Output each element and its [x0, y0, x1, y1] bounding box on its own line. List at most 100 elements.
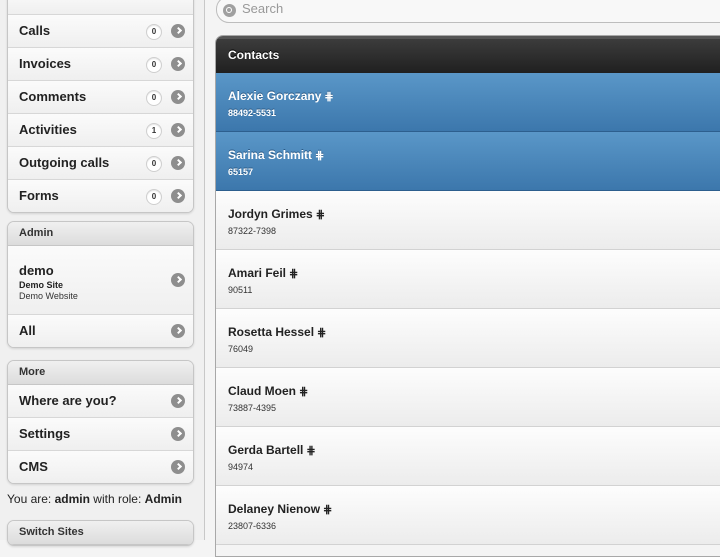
contact-name: Jordyn Grimes ⋕ — [228, 207, 325, 221]
sidebar-item-outgoing-calls[interactable]: Outgoing calls 0 — [8, 147, 193, 180]
contact-name: Claud Moen ⋕ — [228, 384, 308, 398]
site-description: Demo Website — [19, 291, 78, 301]
chevron-right-icon — [171, 273, 185, 287]
contact-name-text: Claud Moen — [228, 384, 296, 398]
role-prefix: You are: — [7, 492, 52, 506]
hash-icon: ⋕ — [299, 386, 309, 398]
contact-name-text: Sarina Schmitt — [228, 148, 313, 162]
search-icon — [223, 4, 236, 17]
contact-phone: 73887-4395 — [228, 403, 277, 413]
item-label: Comments — [19, 89, 87, 104]
item-label: Calls — [19, 23, 51, 38]
search-input[interactable] — [240, 0, 544, 17]
chevron-right-icon — [171, 24, 185, 38]
role-user: admin — [54, 492, 90, 506]
contact-name-text: Gerda Bartell — [228, 443, 304, 457]
hash-icon: ⋕ — [323, 504, 333, 516]
contact-name: Sarina Schmitt ⋕ — [228, 148, 324, 162]
contact-row[interactable]: Amari Feil ⋕ 90511 — [216, 250, 720, 309]
chevron-right-icon — [171, 427, 185, 441]
sidebar: Calls 0 Invoices 0 Comments 0 Activities… — [0, 0, 205, 546]
hash-icon: ⋕ — [306, 445, 316, 457]
contact-phone: 94974 — [228, 462, 254, 472]
hash-icon: ⋕ — [324, 91, 334, 103]
lists-group: Calls 0 Invoices 0 Comments 0 Activities… — [7, 0, 194, 213]
contact-name: Rosetta Hessel ⋕ — [228, 325, 326, 339]
list-item-top — [8, 0, 193, 15]
hash-icon: ⋕ — [315, 150, 325, 162]
count-badge: 0 — [146, 90, 162, 106]
contact-name-text: Amari Feil — [228, 266, 287, 280]
chevron-right-icon — [171, 123, 185, 137]
hash-icon: ⋕ — [289, 268, 299, 280]
sidebar-item-all[interactable]: All — [8, 315, 193, 347]
contact-row[interactable]: Alexie Gorczany ⋕ 88492-5531 — [216, 73, 720, 132]
role-name: Admin — [144, 492, 183, 506]
item-label: CMS — [19, 459, 48, 474]
more-group: More Where are you? Settings CMS — [7, 360, 194, 484]
sidebar-item-cms[interactable]: CMS — [8, 451, 193, 483]
contact-name: Gerda Bartell ⋕ — [228, 443, 316, 457]
role-middle: with role: — [93, 492, 142, 506]
contact-phone: 65157 — [228, 167, 254, 177]
contacts-header: Contacts — [216, 36, 720, 73]
sidebar-item-comments[interactable]: Comments 0 — [8, 81, 193, 114]
switch-sites-group: Switch Sites — [7, 520, 194, 546]
switch-sites-header[interactable]: Switch Sites — [8, 521, 193, 545]
admin-group: Admin demo Demo Site Demo Website All — [7, 221, 194, 348]
item-label: Outgoing calls — [19, 155, 110, 170]
more-header: More — [8, 361, 193, 385]
contact-name: Delaney Nienow ⋕ — [228, 502, 332, 516]
count-badge: 0 — [146, 189, 162, 205]
count-badge: 0 — [146, 24, 162, 40]
sidebar-item-where-are-you[interactable]: Where are you? — [8, 385, 193, 418]
item-label: Forms — [19, 188, 59, 203]
count-badge: 0 — [146, 156, 162, 172]
site-title: demo — [19, 263, 54, 278]
contact-name-text: Jordyn Grimes — [228, 207, 313, 221]
contact-row[interactable]: Sarina Schmitt ⋕ 65157 — [216, 132, 720, 191]
contact-name-text: Rosetta Hessel — [228, 325, 315, 339]
chevron-right-icon — [171, 460, 185, 474]
contact-row[interactable]: Gerda Bartell ⋕ 94974 — [216, 427, 720, 486]
hash-icon: ⋕ — [317, 327, 327, 339]
contact-row[interactable]: Rosetta Hessel ⋕ 76049 — [216, 309, 720, 368]
contact-name-text: Delaney Nienow — [228, 502, 321, 516]
contact-phone: 90511 — [228, 285, 253, 295]
chevron-right-icon — [171, 324, 185, 338]
sidebar-item-calls[interactable]: Calls 0 — [8, 15, 193, 48]
contact-row[interactable]: Jordyn Grimes ⋕ 87322-7398 — [216, 191, 720, 250]
contact-name: Amari Feil ⋕ — [228, 266, 298, 280]
sidebar-item-site-demo[interactable]: demo Demo Site Demo Website — [8, 246, 193, 315]
contacts-list: Contacts Alexie Gorczany ⋕ 88492-5531 Sarin… — [215, 35, 720, 557]
chevron-right-icon — [171, 57, 185, 71]
contact-phone: 76049 — [228, 344, 254, 354]
sidebar-item-forms[interactable]: Forms 0 — [8, 180, 193, 212]
item-label: Settings — [19, 426, 71, 441]
contact-row[interactable]: Claud Moen ⋕ 73887-4395 — [216, 368, 720, 427]
contact-name: Alexie Gorczany ⋕ — [228, 89, 334, 103]
site-subtitle: Demo Site — [19, 280, 64, 290]
contact-phone: 88492-5531 — [228, 108, 277, 118]
chevron-right-icon — [171, 189, 185, 203]
chevron-right-icon — [171, 90, 185, 104]
item-label: All — [19, 323, 36, 338]
main-panel: Contacts Alexie Gorczany⋕88492-5531Sarin… — [205, 0, 720, 557]
count-badge: 1 — [146, 123, 162, 139]
sidebar-item-settings[interactable]: Settings — [8, 418, 193, 451]
hash-icon: ⋕ — [315, 209, 325, 221]
sidebar-item-invoices[interactable]: Invoices 0 — [8, 48, 193, 81]
chevron-right-icon — [171, 394, 185, 408]
item-label: Where are you? — [19, 393, 117, 408]
contact-name-text: Alexie Gorczany — [228, 89, 322, 103]
role-info: You are: admin with role: Admin — [7, 492, 182, 506]
contact-row[interactable]: Delaney Nienow ⋕ 23807-6336 — [216, 486, 720, 545]
sidebar-item-activities[interactable]: Activities 1 — [8, 114, 193, 147]
item-label: Activities — [19, 122, 77, 137]
admin-header: Admin — [8, 222, 193, 246]
chevron-right-icon — [171, 156, 185, 170]
contact-phone: 23807-6336 — [228, 521, 277, 531]
search-bar[interactable] — [216, 0, 720, 23]
count-badge: 0 — [146, 57, 162, 73]
contact-phone: 87322-7398 — [228, 226, 277, 236]
